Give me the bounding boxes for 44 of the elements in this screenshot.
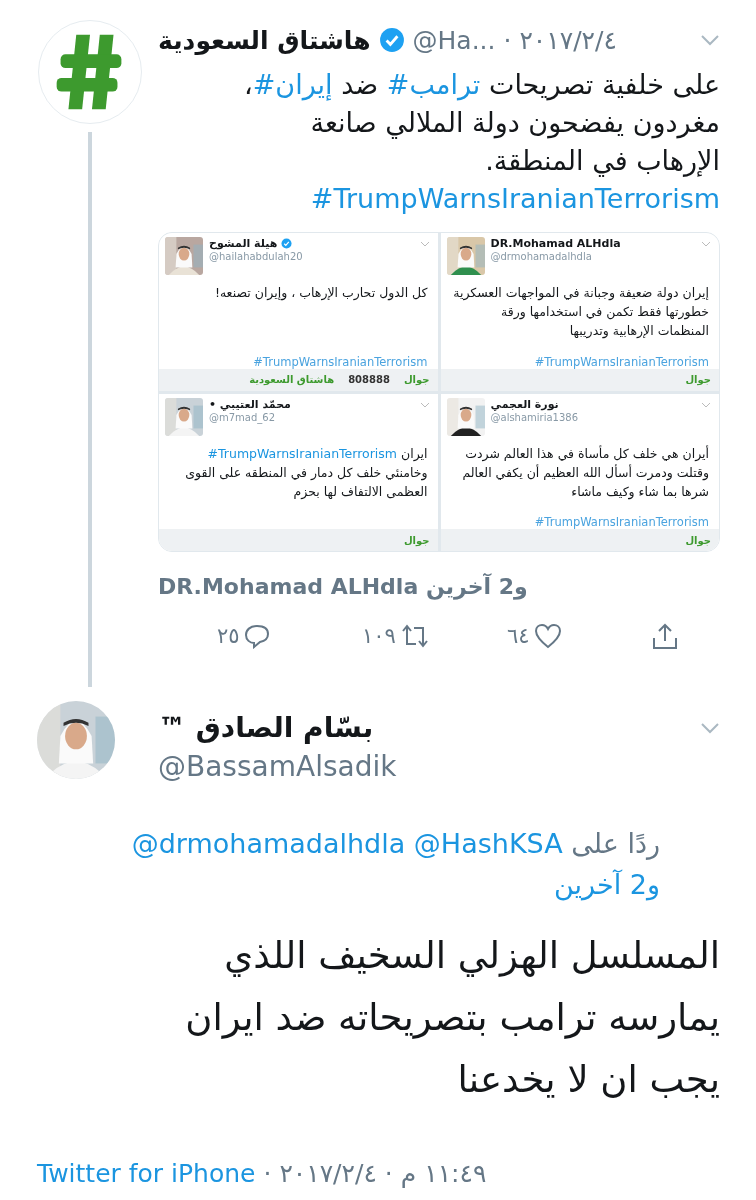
mention-link[interactable]: @HashKSA	[413, 828, 563, 859]
tweet-date: ٢٠١٧/٢/٤	[519, 25, 617, 55]
brand-label: جوال	[403, 374, 430, 385]
hashtag-link[interactable]: #TrumpWarnsIranianTerrorism	[310, 180, 720, 218]
author-handle: @alshamiria1386	[490, 411, 579, 423]
author-handle: @BassamAlsadik	[158, 750, 397, 783]
count: ١٠٩	[362, 624, 396, 648]
hashtag-link[interactable]: #TrumpWarnsIranianTerrorism	[207, 445, 397, 461]
tweet-time: ١١:٤٩ م	[400, 1159, 487, 1188]
tweet-date: ٢٠١٧/٢/٤	[279, 1159, 377, 1188]
tweet-text: كل الدول تحارب الإرهاب ، وإيران تصنعه!	[213, 284, 429, 303]
author-handle: @hailahabdulah20	[209, 251, 303, 262]
source-link[interactable]: Twitter for iPhone	[37, 1159, 256, 1188]
tweet-text: إيران دولة ضعيفة وجبانة في المواجهات العسكرية خطورتها فقط تكمن في استخدامها ورقة المنظمات الإرهابية وتدريبها	[452, 284, 710, 341]
brand-label: هاشتاق السعودية	[249, 374, 335, 385]
brand-label: جوال	[403, 534, 430, 546]
reply-button[interactable]: ٢٥	[217, 623, 362, 649]
mention-link[interactable]: و2 آخرين	[554, 869, 660, 900]
short-code: 808888	[348, 374, 390, 385]
brand-label: جوال	[685, 534, 711, 546]
author-name: DR.Mohamad ALHdla	[490, 237, 621, 250]
tweet-text: على خلفية تصريحات #ترامب ضد #إيران، مغردون يفضحون دولة الملالي صانعة الإرهاب في المنطقة.	[243, 68, 720, 179]
author-name: هيلة المشوح	[209, 237, 278, 250]
count: ٢٥	[217, 624, 240, 648]
mention-link[interactable]: @drmohamadalhdla	[131, 828, 406, 859]
tweet-text: أيران هي خلف كل مأساة في هذا العالم شردت وقتلت ودمرت أسأل الله العظيم أن يكفي العالم شرها بما شاء وكيف ماشاء	[461, 444, 710, 502]
count: ٦٤	[507, 624, 530, 648]
author-name: نورة العجمي	[490, 397, 559, 411]
author-handle: @Ha...	[412, 25, 496, 55]
separator: ·	[384, 1159, 393, 1188]
separator: ·	[503, 25, 512, 55]
author-handle: @drmohamadalhdla	[490, 251, 593, 262]
separator: ·	[263, 1159, 272, 1188]
hashtag-link[interactable]: #ترامب	[386, 69, 481, 100]
author-name[interactable]: هاشتاق السعودية	[158, 25, 371, 55]
author-handle: @m7mad_62	[209, 411, 277, 423]
tweet-text: المسلسل الهزلي السخيف اللذي يمارسه ترامب بتصريحاته ضد ايران يجب ان لا يخدعنا	[184, 933, 720, 1103]
like-button[interactable]: ٦٤	[507, 623, 652, 649]
hashtag-link[interactable]: #إيران	[252, 69, 333, 100]
brand-label: جوال	[685, 374, 711, 385]
author-name: محمّد العتيبي •	[209, 397, 291, 411]
author-name[interactable]: بسّام الصادق ™	[158, 711, 374, 744]
retweet-button[interactable]: ١٠٩	[362, 623, 507, 649]
tagged-users[interactable]: و2 آخرين DR.Mohamad ALHdla	[158, 574, 528, 599]
